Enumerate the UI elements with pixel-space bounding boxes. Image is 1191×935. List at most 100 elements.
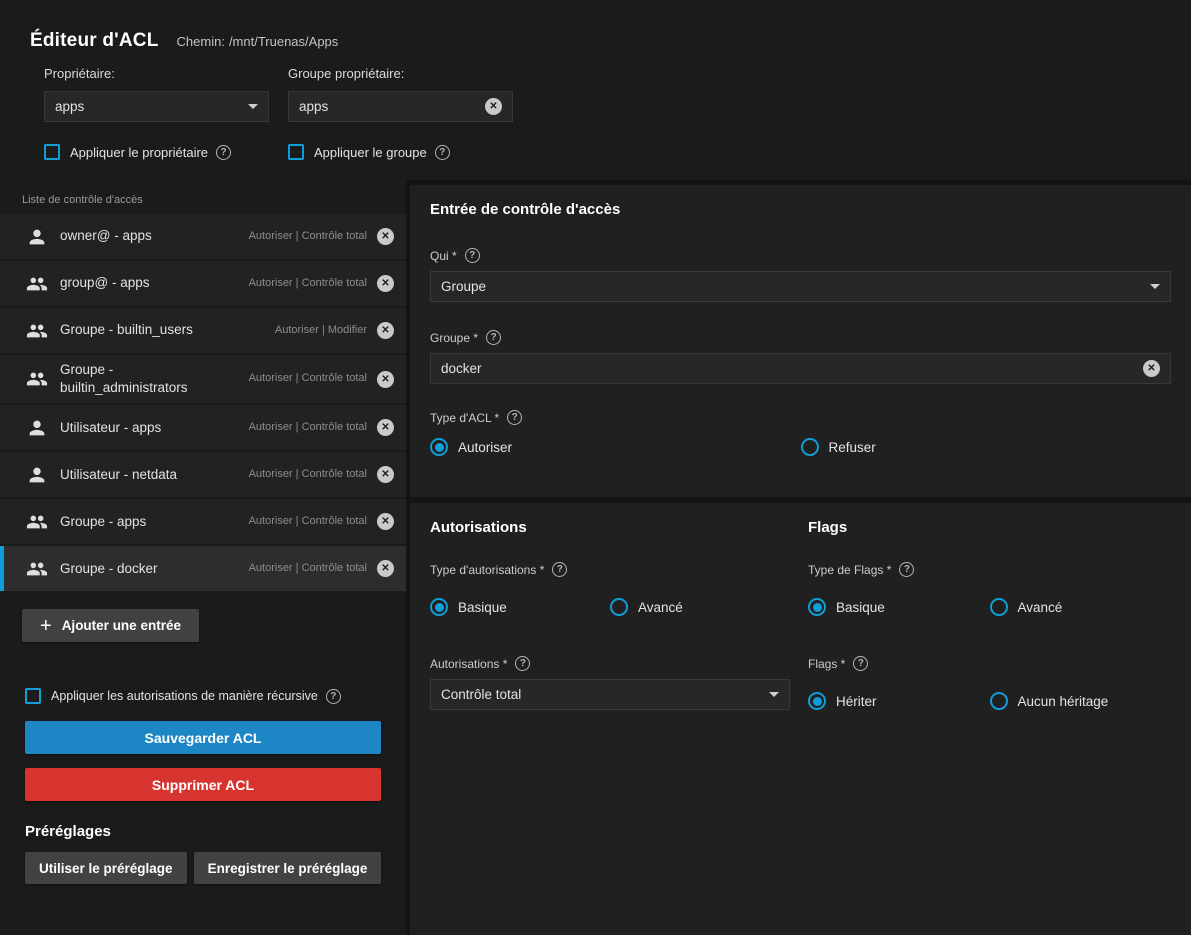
remove-entry-icon[interactable] (377, 513, 394, 530)
radio-option-aucun-h-ritage[interactable]: Aucun héritage (990, 692, 1172, 710)
flags-type-radio-group: Basique Avancé (808, 598, 1171, 616)
radio-button-icon[interactable] (808, 692, 826, 710)
help-icon[interactable] (465, 248, 480, 263)
radio-option-refuser[interactable]: Refuser (801, 438, 1172, 456)
group-icon (26, 320, 50, 342)
save-preset-button[interactable]: Enregistrer le préréglage (194, 852, 382, 884)
remove-entry-icon[interactable] (377, 322, 394, 339)
acl-entry-row[interactable]: Groupe - builtin_administrators Autorise… (0, 355, 406, 403)
owner-select[interactable]: apps (44, 91, 269, 122)
help-icon[interactable] (853, 656, 868, 671)
main-panel: Entrée de contrôle d'accès Qui * Groupe … (410, 180, 1191, 935)
delete-acl-button[interactable]: Supprimer ACL (25, 768, 381, 801)
help-icon[interactable] (552, 562, 567, 577)
apply-recursive-label: Appliquer les autorisations de manière r… (51, 689, 318, 703)
remove-entry-icon[interactable] (377, 275, 394, 292)
apply-owner-checkbox[interactable]: Appliquer le propriétaire (44, 144, 288, 160)
acl-entry-row[interactable]: owner@ - apps Autoriser | Contrôle total (0, 214, 406, 259)
dataset-path: Chemin:/mnt/Truenas/Apps (177, 34, 343, 49)
group-label: Groupe * (430, 331, 478, 345)
help-icon[interactable] (515, 656, 530, 671)
user-icon (26, 226, 50, 248)
radio-button-icon[interactable] (990, 598, 1008, 616)
radio-button-icon[interactable] (430, 438, 448, 456)
help-icon[interactable] (486, 330, 501, 345)
acl-list: owner@ - apps Autoriser | Contrôle total… (0, 214, 406, 591)
who-label: Qui * (430, 249, 457, 263)
group-input[interactable]: docker (430, 353, 1171, 384)
acl-type-label: Type d'ACL * (430, 411, 499, 425)
chevron-down-icon (769, 692, 779, 697)
radio-button-icon[interactable] (808, 598, 826, 616)
radio-label: Hériter (836, 694, 877, 709)
acl-entry-name: Groupe - apps (60, 513, 225, 531)
acl-entry-row[interactable]: Utilisateur - netdata Autoriser | Contrô… (0, 452, 406, 497)
radio-option-avanc-[interactable]: Avancé (610, 598, 790, 616)
presets-actions: Utiliser le préréglage Enregistrer le pr… (25, 852, 406, 884)
acl-entry-row[interactable]: Utilisateur - apps Autoriser | Contrôle … (0, 405, 406, 450)
remove-entry-icon[interactable] (377, 419, 394, 436)
chevron-down-icon (248, 104, 258, 109)
owner-value: apps (55, 99, 240, 114)
group-value: docker (441, 361, 1135, 376)
acl-entry-row[interactable]: Groupe - builtin_users Autoriser | Modif… (0, 308, 406, 353)
acl-editor-header: Éditeur d'ACL Chemin:/mnt/Truenas/Apps P… (0, 0, 1191, 180)
acl-entry-row[interactable]: group@ - apps Autoriser | Contrôle total (0, 261, 406, 306)
help-icon[interactable] (216, 145, 231, 160)
radio-button-icon[interactable] (430, 598, 448, 616)
remove-entry-icon[interactable] (377, 560, 394, 577)
apply-recursive-checkbox[interactable]: Appliquer les autorisations de manière r… (25, 688, 341, 704)
help-icon[interactable] (507, 410, 522, 425)
radio-option-basique[interactable]: Basique (808, 598, 990, 616)
radio-option-autoriser[interactable]: Autoriser (430, 438, 801, 456)
acl-entry-permission: Autoriser | Contrôle total (225, 514, 367, 530)
acl-entry-name: owner@ - apps (60, 227, 225, 245)
remove-entry-icon[interactable] (377, 371, 394, 388)
who-select[interactable]: Groupe (430, 271, 1171, 302)
radio-option-avanc-[interactable]: Avancé (990, 598, 1172, 616)
owner-group-input[interactable]: apps (288, 91, 513, 122)
help-icon[interactable] (326, 689, 341, 704)
permissions-flags-card: Autorisations Type d'autorisations * Bas… (410, 503, 1191, 935)
checkbox-icon[interactable] (25, 688, 41, 704)
acl-entry-name: Groupe - builtin_administrators (60, 361, 225, 397)
use-preset-button[interactable]: Utiliser le préréglage (25, 852, 187, 884)
acl-entry-row[interactable]: Groupe - apps Autoriser | Contrôle total (0, 499, 406, 544)
radio-button-icon[interactable] (990, 692, 1008, 710)
radio-option-h-riter[interactable]: Hériter (808, 692, 990, 710)
remove-entry-icon[interactable] (377, 228, 394, 245)
group-icon (26, 273, 50, 295)
acl-entry-permission: Autoriser | Contrôle total (225, 467, 367, 483)
acl-entry-permission: Autoriser | Contrôle total (225, 420, 367, 436)
apply-group-checkbox[interactable]: Appliquer le groupe (288, 144, 450, 160)
help-icon[interactable] (435, 145, 450, 160)
permissions-select[interactable]: Contrôle total (430, 679, 790, 710)
acl-entry-name: Groupe - builtin_users (60, 321, 225, 339)
permissions-column: Autorisations Type d'autorisations * Bas… (430, 519, 790, 919)
permissions-select-label: Autorisations * (430, 657, 507, 671)
acl-entry-name: Groupe - docker (60, 560, 225, 578)
acl-entry-row[interactable]: Groupe - docker Autoriser | Contrôle tot… (0, 546, 406, 591)
radio-button-icon[interactable] (610, 598, 628, 616)
clear-owner-group-icon[interactable] (485, 98, 502, 115)
clear-group-icon[interactable] (1143, 360, 1160, 377)
acl-list-title: Liste de contrôle d'accès (0, 180, 406, 214)
save-acl-button[interactable]: Sauvegarder ACL (25, 721, 381, 754)
access-control-entry-card: Entrée de contrôle d'accès Qui * Groupe … (410, 185, 1191, 497)
add-entry-button[interactable]: Ajouter une entrée (22, 609, 199, 642)
permissions-select-value: Contrôle total (441, 687, 761, 702)
user-icon (26, 417, 50, 439)
flags-type-label: Type de Flags * (808, 563, 891, 577)
checkbox-icon[interactable] (44, 144, 60, 160)
chevron-down-icon (1150, 284, 1160, 289)
add-entry-label: Ajouter une entrée (62, 618, 181, 633)
radio-button-icon[interactable] (801, 438, 819, 456)
acl-entry-permission: Autoriser | Contrôle total (225, 371, 367, 387)
checkbox-icon[interactable] (288, 144, 304, 160)
radio-option-basique[interactable]: Basique (430, 598, 610, 616)
radio-label: Avancé (1018, 600, 1063, 615)
help-icon[interactable] (899, 562, 914, 577)
apply-group-label: Appliquer le groupe (314, 145, 427, 160)
flags-label: Flags * (808, 657, 845, 671)
remove-entry-icon[interactable] (377, 466, 394, 483)
